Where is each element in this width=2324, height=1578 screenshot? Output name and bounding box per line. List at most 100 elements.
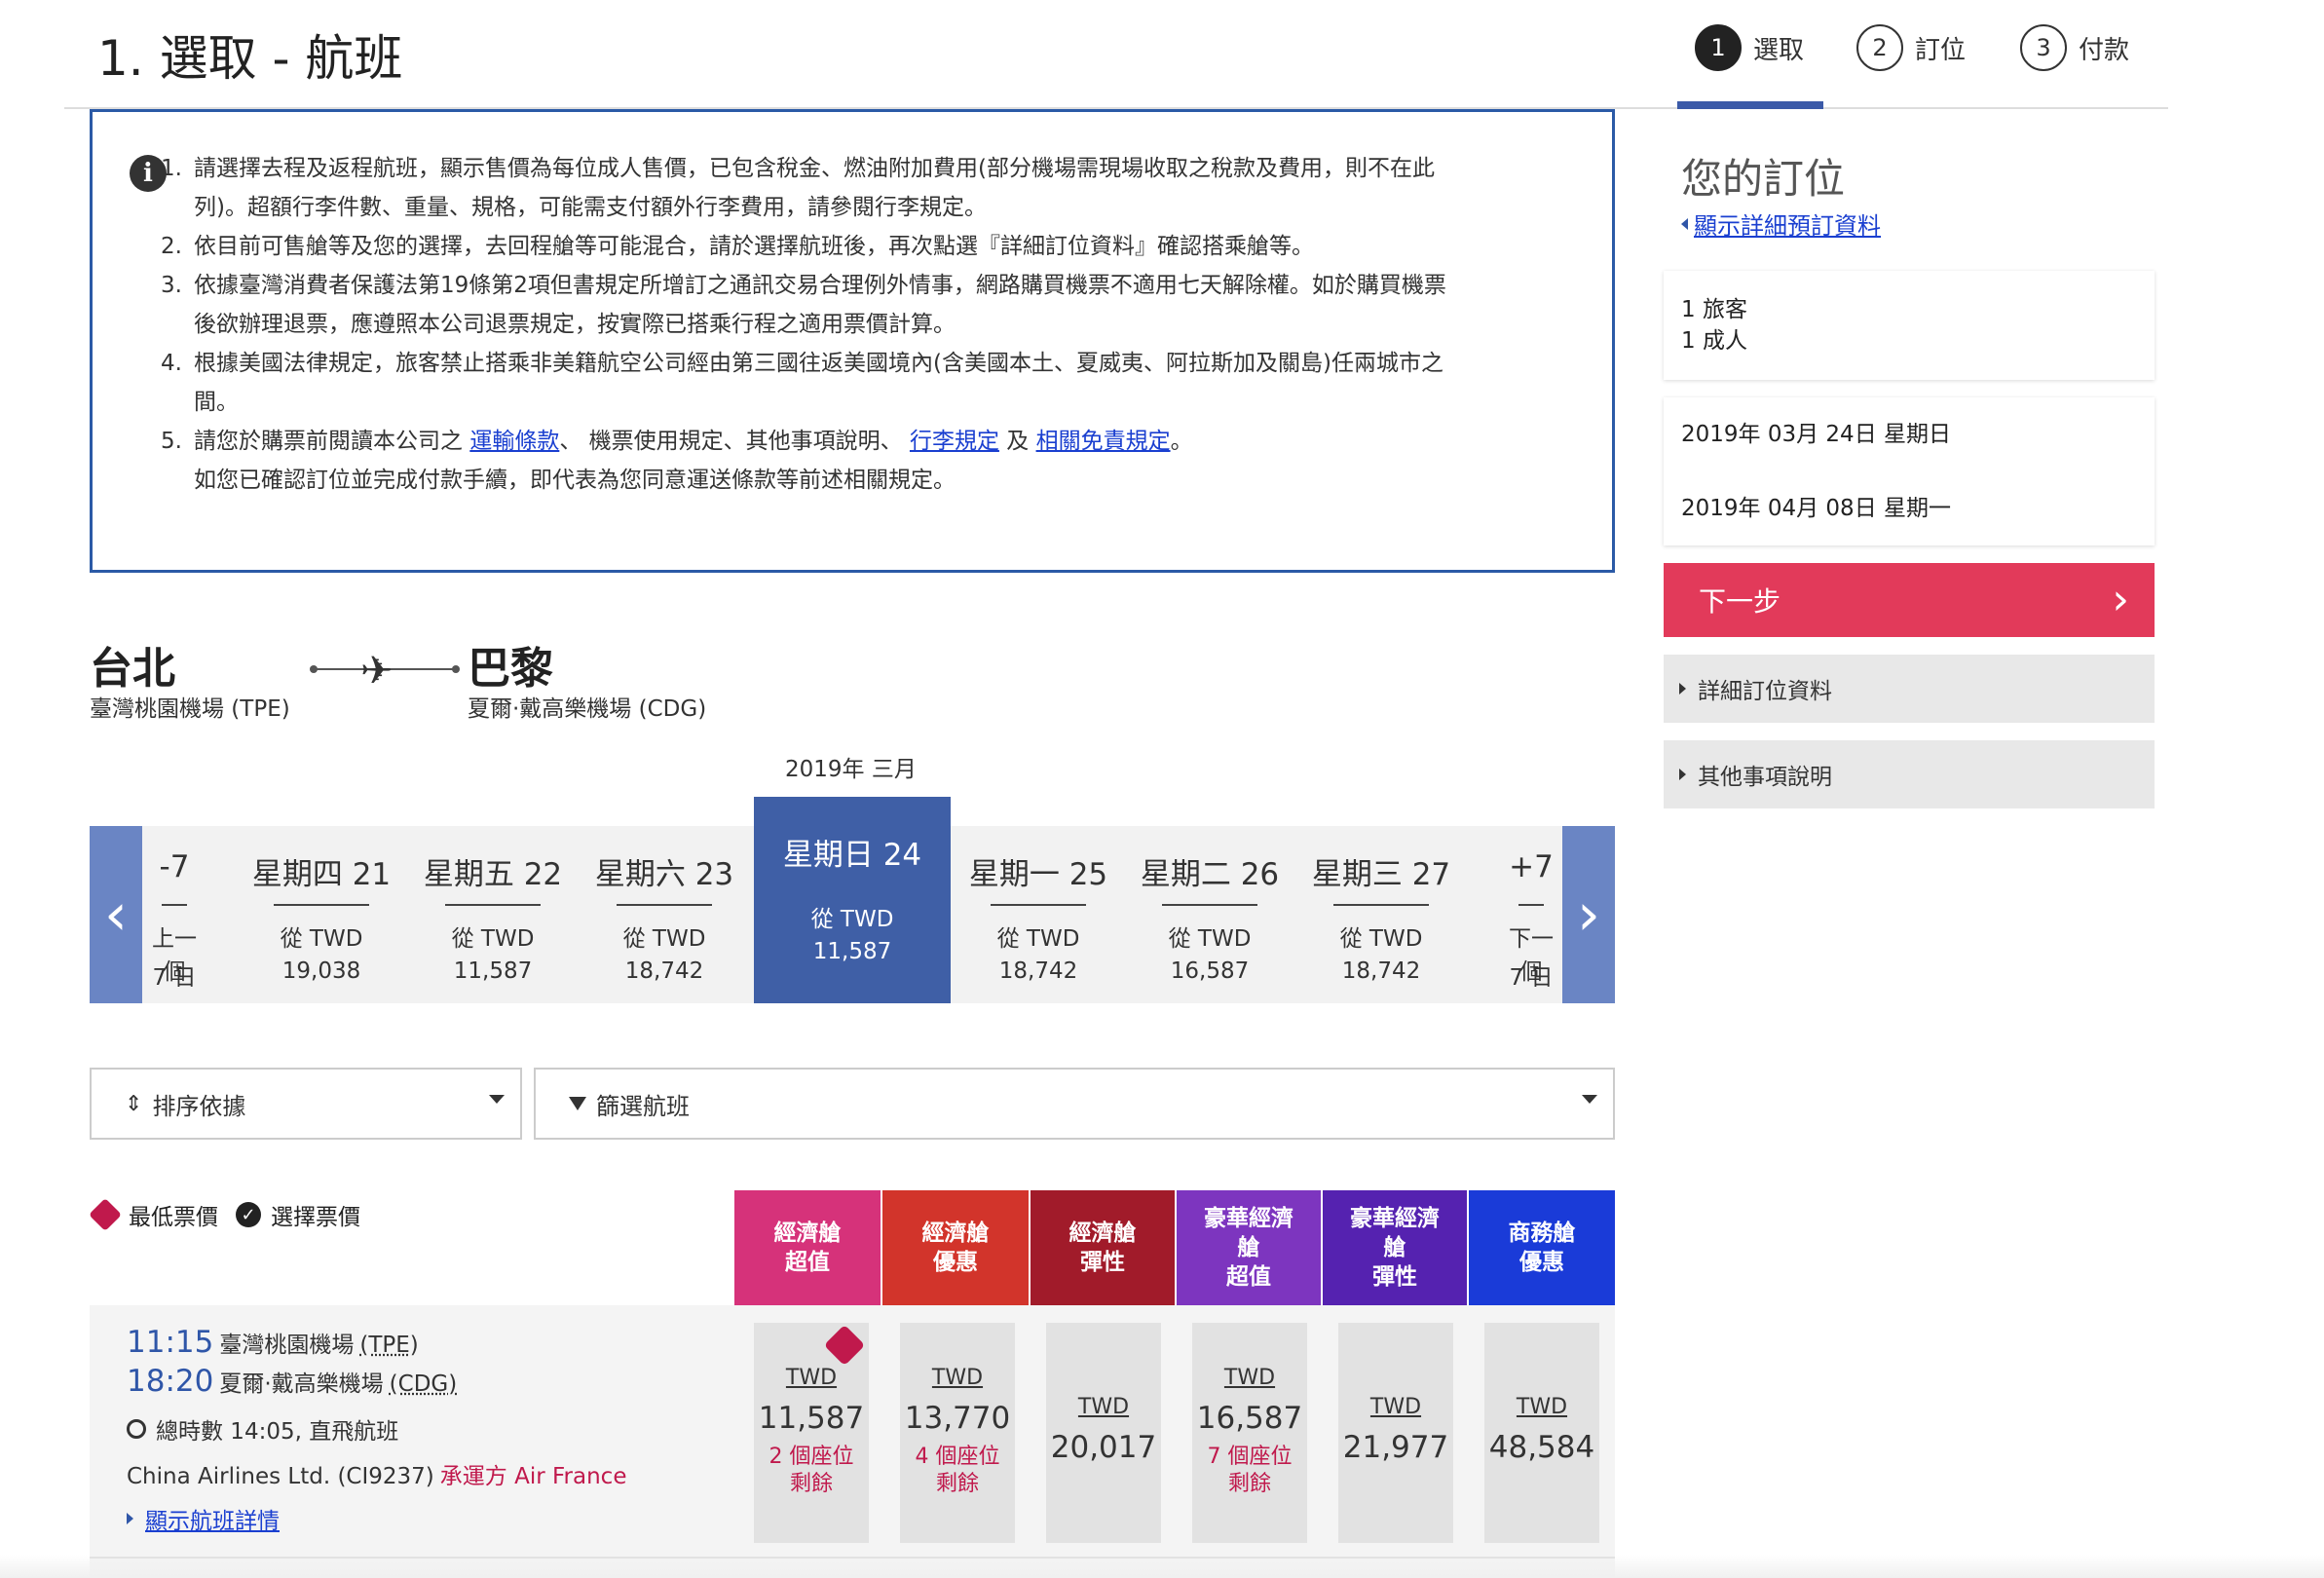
conditions-of-carriage-link[interactable]: 運輸條款 [469,429,559,454]
carrier-info: China Airlines Ltd. (CI9237) 承運方 Air Fran… [127,1457,626,1490]
info-item: 1. 請選擇去程及返程航班，顯示售價為每位成人售價，已包含稅金、燃油附加費用(部分… [161,156,1435,220]
fare-legend: 最低票價 ✓ 選擇票價 [89,1198,360,1231]
page-title: 1. 選取 - 航班 [97,30,403,87]
passenger-card: 1 旅客 1 成人 [1664,271,2155,380]
other-info-toggle[interactable]: 其他事項說明 [1664,740,2155,808]
seats-remaining: 7 個座位 剩餘 [1207,1445,1293,1496]
step-number: 1 [1695,24,1742,71]
step-number: 2 [1856,24,1903,71]
date-option[interactable]: 星期五 22 從 TWD 11,587 [407,826,579,1003]
date-prev-button[interactable]: ‹ [90,826,142,1003]
arrival-airport: 夏爾·戴高樂機場 [219,1371,384,1397]
info-item: 2. 依目前可售艙等及您的選擇，去回程艙等可能混合，請於選擇航班後，再次點選『詳細… [161,234,1314,259]
chevron-right-icon: › [1577,881,1600,949]
step-label: 選取 [1753,35,1805,65]
date-option[interactable]: 星期一 25 從 TWD 18,742 [953,826,1124,1003]
caret-right-icon [127,1513,133,1524]
date-option[interactable]: 星期四 21 從 TWD 19,038 [236,826,407,1003]
step-label: 訂位 [1915,35,1967,65]
date-next-week[interactable]: +7 下一個 7 日 [1500,826,1562,1003]
origin-airport: 臺灣桃園機場 (TPE) [90,696,290,722]
departure-code: (TPE) [359,1333,419,1358]
chevron-down-icon [489,1095,505,1104]
arrival-time: 18:20 [127,1364,214,1399]
info-notice-box: i 1. 請選擇去程及返程航班，顯示售價為每位成人售價，已包含稅金、燃油附加費用(… [90,109,1615,573]
fare-class-header: 經濟艙 彈性 [1031,1190,1175,1305]
chevron-left-icon: ‹ [104,881,128,949]
fare-option[interactable]: TWD 11,587 2 個座位 剩餘 [754,1323,869,1543]
return-date: 2019年 04月 08日 星期一 [1681,496,1951,521]
filter-label: 篩選航班 [596,1092,690,1120]
price-tag-icon [89,1198,122,1231]
fare-class-header: 商務艙 優惠 [1469,1190,1615,1305]
legend-lowest: 最低票價 [129,1205,218,1230]
filter-dropdown[interactable]: 篩選航班 [534,1068,1615,1140]
booking-details-toggle[interactable]: 詳細訂位資料 [1664,655,2155,723]
departure-line: 11:15 臺灣桃園機場 (TPE) [127,1325,626,1364]
fare-option[interactable]: TWD 20,017 [1046,1323,1161,1543]
info-list: 1. 請選擇去程及返程航班，顯示售價為每位成人售價，已包含稅金、燃油附加費用(部分… [161,149,1573,500]
destination-airport: 夏爾·戴高樂機場 (CDG) [468,696,707,722]
step-payment: 3 付款 [2020,23,2129,72]
adult-count: 1 成人 [1681,328,1747,354]
price-tag-icon [823,1324,866,1367]
dates-card: 2019年 03月 24日 星期日 2019年 04月 08日 星期一 [1664,397,2155,545]
fare-option[interactable]: TWD 16,587 7 個座位 剩餘 [1192,1323,1307,1543]
sort-icon: ⇕ [125,1091,143,1116]
info-item: 4. 根據美國法律規定，旅客禁止搭乘非美籍航空公司經由第三國往返美國境內(含美國本… [161,351,1443,415]
outbound-date: 2019年 03月 24日 星期日 [1681,422,1951,447]
chevron-right-icon: › [2112,575,2129,624]
fare-class-header: 豪華經濟 艙 彈性 [1323,1190,1467,1305]
route-line [403,668,458,670]
sidebar-title: 您的訂位 [1681,155,1846,203]
departure-time: 11:15 [127,1325,214,1360]
arrival-line: 18:20 夏爾·戴高樂機場 (CDG) [127,1364,626,1403]
airplane-icon: ✈ [360,649,394,694]
sort-dropdown[interactable]: ⇕ 排序依據 [90,1068,522,1140]
carrier-name: China Airlines Ltd. (CI9237) [127,1464,434,1489]
seats-remaining: 4 個座位 剩餘 [915,1445,1000,1496]
flight-info: 11:15 臺灣桃園機場 (TPE) 18:20 夏爾·戴高樂機場 (CDG) … [127,1325,626,1535]
date-option[interactable]: 星期二 26 從 TWD 16,587 [1124,826,1295,1003]
passenger-count: 1 旅客 [1681,297,1747,322]
disclaimer-link[interactable]: 相關免責規定 [1036,429,1171,454]
page-fade [0,1555,2324,1578]
origin-city: 台北 [90,644,175,694]
date-option-selected[interactable]: 星期日 24 從 TWD 11,587 [754,797,951,1003]
filter-icon [569,1097,586,1110]
next-step-button[interactable]: 下一步 › [1664,563,2155,637]
departure-airport: 臺灣桃園機場 [219,1333,355,1358]
fare-option[interactable]: TWD 21,977 [1338,1323,1453,1543]
fare-class-header: 經濟艙 優惠 [882,1190,1029,1305]
show-booking-details-link[interactable]: 顯示詳細預訂資料 [1681,207,1881,241]
caret-right-icon [1679,769,1686,780]
legend-selected: 選擇票價 [271,1205,360,1230]
fare-class-header: 豪華經濟 艙 超值 [1177,1190,1321,1305]
info-item: 3. 依據臺灣消費者保護法第19條第2項但書規定所增訂之通訊交易合理例外情事，網路… [161,273,1446,337]
sort-label: 排序依據 [152,1092,246,1120]
date-option[interactable]: 星期三 27 從 TWD 18,742 [1295,826,1467,1003]
flight-details-link[interactable]: 顯示航班詳情 [127,1502,626,1535]
step-label: 付款 [2079,35,2130,65]
fare-option[interactable]: TWD 48,584 [1484,1323,1599,1543]
arrival-code: (CDG) [389,1371,458,1397]
step-number: 3 [2020,24,2067,71]
step-select: 1 選取 [1695,23,1804,72]
seats-remaining: 2 個座位 剩餘 [768,1445,854,1496]
caret-right-icon [1679,683,1686,695]
date-next-button[interactable]: › [1562,826,1615,1003]
fare-class-header: 經濟艙 超值 [734,1190,881,1305]
route-summary: 台北 臺灣桃園機場 (TPE) ✈ 巴黎 夏爾·戴高樂機場 (CDG) [90,633,869,731]
fare-option[interactable]: TWD 13,770 4 個座位 剩餘 [900,1323,1015,1543]
month-label: 2019年 三月 [785,757,917,782]
date-option[interactable]: 星期六 23 從 TWD 18,742 [579,826,750,1003]
date-prev-week[interactable]: -7 上一個 7 日 [142,826,206,1003]
check-circle-icon: ✓ [236,1202,261,1227]
route-dot [452,665,460,673]
chevron-down-icon [1582,1095,1597,1104]
caret-left-icon [1681,217,1688,230]
operated-by: 承運方 Air France [439,1464,627,1489]
stopwatch-icon [127,1419,146,1439]
flight-duration: 總時數 14:05, 直飛航班 [127,1412,626,1446]
baggage-rules-link[interactable]: 行李規定 [910,429,999,454]
